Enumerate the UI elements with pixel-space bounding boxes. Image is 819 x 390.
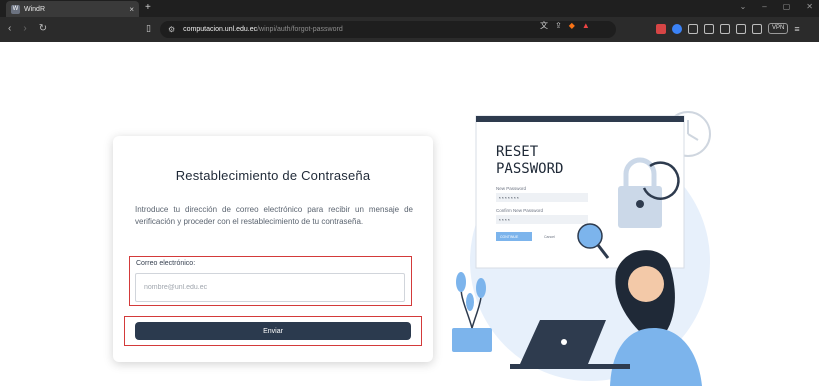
reset-password-illustration: RESET PASSWORD New Password * * * * * * …: [452, 111, 711, 386]
plant-leaf: [476, 278, 486, 298]
extension-puzzle-icon[interactable]: [704, 23, 714, 34]
browser-tab-strip: W WindR × + ⌄ – ▢ ✕: [0, 0, 819, 17]
tab-search-icon[interactable]: ⌄: [740, 2, 747, 11]
rewards-icon[interactable]: ▲: [582, 21, 590, 30]
illustration-new-password-label: New Password: [496, 186, 527, 191]
reset-password-card: Restablecimiento de Contraseña Introduce…: [113, 136, 433, 362]
send-button[interactable]: Enviar: [135, 322, 411, 340]
navigation-buttons: ‹ › ↻: [8, 23, 47, 34]
woman-face: [628, 266, 664, 302]
brave-shield-icon[interactable]: ◆: [569, 21, 575, 30]
wallet-icon[interactable]: [752, 23, 762, 34]
forward-icon[interactable]: ›: [23, 23, 26, 34]
address-actions: 文 ⇪ ◆ ▲: [540, 20, 590, 31]
email-input[interactable]: [135, 273, 405, 302]
back-icon[interactable]: ‹: [8, 23, 11, 34]
site-favicon-icon: W: [11, 4, 20, 14]
extension-outline-icon[interactable]: [688, 23, 698, 34]
illustration-continue-label: CONTINUE: [500, 235, 519, 239]
instructions-text: Introduce tu dirección de correo electró…: [135, 205, 413, 226]
tab-title: WindR: [24, 5, 46, 13]
url-path: /winpi/auth/forgot-password: [257, 26, 343, 33]
illustration-heading-2: PASSWORD: [496, 161, 563, 177]
submit-button-highlight: Enviar: [124, 316, 422, 346]
window-controls: ⌄ – ▢ ✕: [740, 2, 813, 11]
plant-leaf: [456, 272, 466, 292]
maximize-icon[interactable]: ▢: [783, 2, 791, 11]
email-field-highlight: Correo electrónico:: [129, 256, 412, 306]
email-label: Correo electrónico:: [136, 260, 196, 267]
vpn-button[interactable]: VPN: [768, 23, 789, 34]
window-titlebar: [476, 116, 684, 122]
share-icon[interactable]: ⇪: [555, 21, 562, 30]
plant-pot: [452, 328, 492, 352]
illustration-confirm-label: Confirm New Password: [496, 208, 544, 213]
extension-music-icon[interactable]: [720, 23, 730, 34]
reload-icon[interactable]: ↻: [39, 23, 47, 34]
menu-icon[interactable]: ≡: [794, 24, 799, 34]
illustration-heading-1: RESET: [496, 144, 539, 160]
new-tab-button[interactable]: +: [145, 2, 151, 13]
browser-toolbar: ‹ › ↻ ▯ ⚙ computacion.unl.edu.ec /winpi/…: [0, 17, 819, 42]
close-window-icon[interactable]: ✕: [806, 2, 813, 11]
page-content: Restablecimiento de Contraseña Introduce…: [0, 42, 819, 390]
illustration-cancel-label: Cancel: [544, 235, 555, 239]
illustration-new-password-mask: * * * * * * *: [499, 196, 519, 201]
browser-tab[interactable]: W WindR ×: [6, 1, 139, 17]
url-host: computacion.unl.edu.ec: [183, 26, 258, 33]
extensions-area: VPN ≡: [656, 23, 800, 34]
extension-red-icon[interactable]: [656, 23, 666, 34]
minimize-icon[interactable]: –: [762, 2, 766, 11]
close-tab-icon[interactable]: ×: [129, 5, 134, 14]
illustration-confirm-mask: * * * *: [499, 218, 510, 223]
laptop-base: [510, 364, 630, 369]
magnifier-icon: [577, 223, 603, 249]
site-info-icon[interactable]: ⚙: [168, 25, 175, 34]
illustration-field: [496, 215, 588, 224]
extension-blue-icon[interactable]: [672, 23, 682, 34]
bookmark-icon[interactable]: ▯: [146, 23, 151, 34]
translate-icon[interactable]: 文: [540, 20, 548, 31]
page-title: Restablecimiento de Contraseña: [175, 168, 371, 183]
plant-leaf: [466, 293, 474, 311]
sidebar-icon[interactable]: [736, 23, 746, 34]
